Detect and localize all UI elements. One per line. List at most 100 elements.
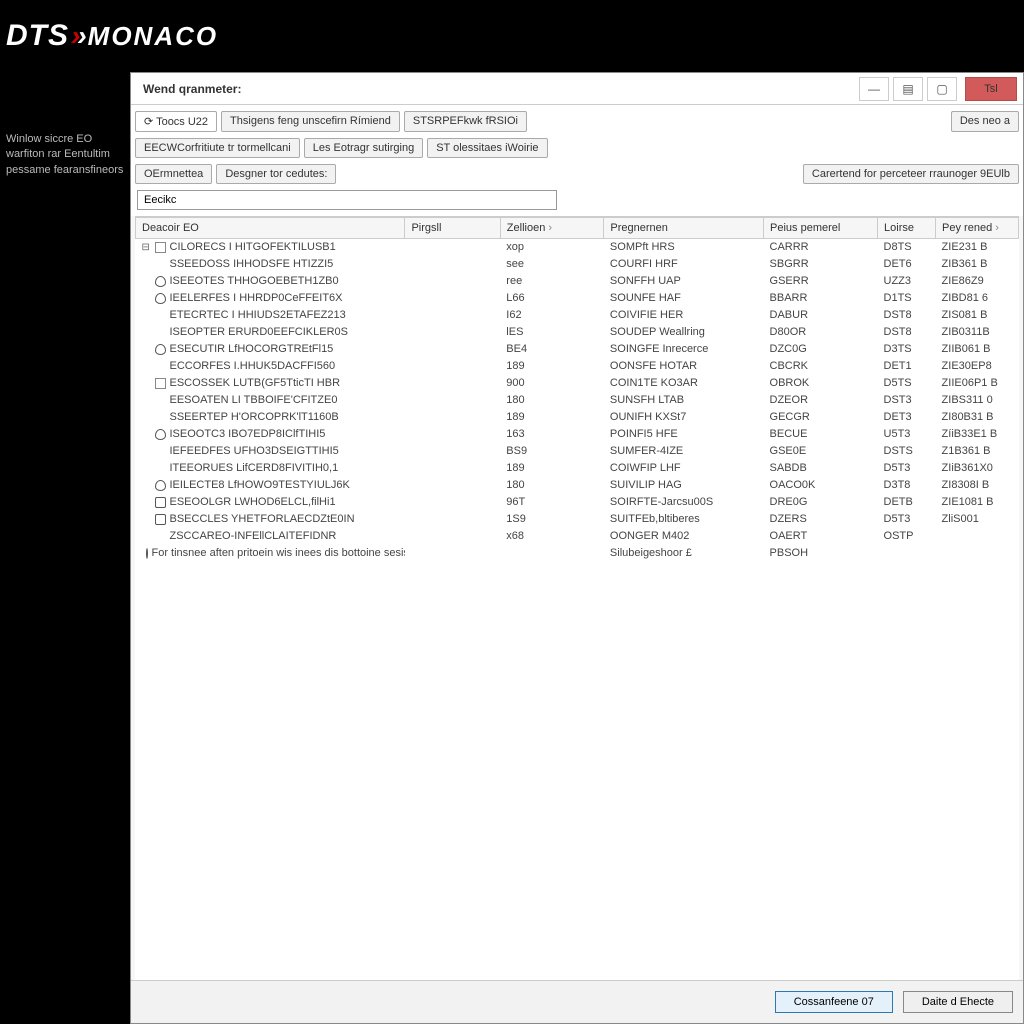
cell: OUNIFH KXSt7 (604, 409, 764, 426)
table-row[interactable]: ESEOOLGR LWHOD6ELCL,filHi196TSOIRFTE-Jar… (136, 494, 1019, 511)
cell: DZC0G (764, 341, 878, 358)
table-row[interactable]: IEILECTE8 LfHOWO9TESTYIULJ6K180SUIVILIP … (136, 477, 1019, 494)
table-row[interactable]: ISEOOTC3 IBO7EDP8IClfTIHI5163POINFI5 HFE… (136, 426, 1019, 443)
cell: DSTS (878, 443, 936, 460)
blank-icon (155, 310, 166, 321)
table-row[interactable]: For tinsnee aften pritoein wis inees dis… (136, 545, 1019, 562)
table-row[interactable]: IEELERFES I HHRDP0CeFFEIT6XL66SOUNFE HAF… (136, 290, 1019, 307)
cell: DET6 (878, 256, 936, 273)
shield-icon (155, 429, 166, 440)
table-row[interactable]: SSEERTEP H'ORCOPRK'lT1160B189OUNIFH KXSt… (136, 409, 1019, 426)
tab-signs[interactable]: Thsigens feng unscefirn Rímiend (221, 111, 400, 132)
cell: ZIB0311B (936, 324, 1019, 341)
cell: OAERT (764, 528, 878, 545)
tab-carer[interactable]: Carertend for perceteer rraunoger 9EUlb (803, 164, 1019, 184)
table-row[interactable]: ISEOPTER ERURD0EEFCIKLER0SlESSOUDEP Weal… (136, 324, 1019, 341)
blank-icon (155, 327, 166, 338)
blank-icon (155, 446, 166, 457)
tab-les[interactable]: Les Eotragr sutirging (304, 138, 424, 158)
cancel-button[interactable]: Daite d Ehecte (903, 991, 1013, 1013)
cell: SOMPft HRS (604, 239, 764, 256)
cell: UZZ3 (878, 273, 936, 290)
col-peius[interactable]: Peius pemerel (764, 218, 878, 239)
window-title: Wend qranmeter: (143, 82, 855, 96)
col-deacoir[interactable]: Deacoir EO (136, 218, 405, 239)
tab-designer[interactable]: Desgner tor cedutes: (216, 164, 336, 184)
layout2-button[interactable]: ▢ (927, 77, 957, 101)
col-zellioen[interactable]: Zellioen (500, 218, 604, 239)
doc-icon (155, 242, 166, 253)
cell: 163 (500, 426, 604, 443)
tab-eecw[interactable]: EECWCorfritiute tr tormellcani (135, 138, 300, 158)
shield-icon (155, 293, 166, 304)
cell: DABUR (764, 307, 878, 324)
confirm-button[interactable]: Cossanfeene 07 (775, 991, 893, 1013)
tab-tools[interactable]: ⟳ Toocs U22 (135, 111, 217, 132)
tree-toggle-icon[interactable]: ⊟ (142, 242, 151, 253)
cell: OONSFE HOTAR (604, 358, 764, 375)
cell: ZIBD81 6 (936, 290, 1019, 307)
tab-desneo[interactable]: Des neo a (951, 111, 1019, 132)
row-label: IEELERFES I HHRDP0CeFFEIT6X (170, 292, 343, 304)
cell: DZERS (764, 511, 878, 528)
tab-stsrp[interactable]: STSRPEFkwk fRSIOi (404, 111, 527, 132)
tab-row-1: ⟳ Toocs U22 Thsigens feng unscefirn Rími… (131, 105, 1023, 132)
brand-monaco: MONACO (88, 21, 218, 52)
cell: D3TS (878, 341, 936, 358)
layout1-button[interactable]: ▤ (893, 77, 923, 101)
col-peyrened[interactable]: Pey rened (936, 218, 1019, 239)
table-row[interactable]: ECCORFES I.HHUK5DACFFI560 189OONSFE HOTAR… (136, 358, 1019, 375)
row-label: ISEEOTES THHOGOEBETH1ZB0 (170, 275, 339, 287)
col-loirse[interactable]: Loirse (878, 218, 936, 239)
cell (878, 545, 936, 562)
cell: SOUNFE HAF (604, 290, 764, 307)
table-row[interactable]: ISEEOTES THHOGOEBETH1ZB0reeSONFFH UAPGSE… (136, 273, 1019, 290)
cell: 189 (500, 358, 604, 375)
table-row[interactable]: IEFEEDFES UFHO3DSEIGTTIHI5BS9SUMFER-4IZE… (136, 443, 1019, 460)
table-row[interactable]: BSECCLES YHETFORLAECDZtE0IN1S9SUITFEb,bl… (136, 511, 1019, 528)
row-label: ECCORFES I.HHUK5DACFFI560 (170, 360, 336, 372)
cell: BECUE (764, 426, 878, 443)
table-row[interactable]: ESCOSSEK LUTB(GF5TticTI HBR900COIN1TE KO… (136, 375, 1019, 392)
minimize-button[interactable]: — (859, 77, 889, 101)
blank-icon (155, 259, 166, 270)
cell: ZIiB361X0 (936, 460, 1019, 477)
cell: DZEOR (764, 392, 878, 409)
cell: ZIB361 B (936, 256, 1019, 273)
row-label: IEFEEDFES UFHO3DSEIGTTIHI5 (170, 445, 339, 457)
table-row[interactable]: ITEEORUES LifCERD8FIVITIH0,1189COIWFIP L… (136, 460, 1019, 477)
table-row[interactable]: SSEEDOSS IHHODSFE HTIZZI5seeCOURFI HRFSB… (136, 256, 1019, 273)
col-pregnernen[interactable]: Pregnernen (604, 218, 764, 239)
cell: ZIBS311 0 (936, 392, 1019, 409)
cell: D8TS (878, 239, 936, 256)
filter-input[interactable] (137, 190, 557, 210)
row-label: CILORECS I HITGOFEKTILUSB1 (170, 241, 336, 253)
cell: COIN1TE KO3AR (604, 375, 764, 392)
row-label: ZSCCAREO-INFEllCLAITEFIDNR (170, 530, 337, 542)
cell: U5T3 (878, 426, 936, 443)
shield-icon (155, 480, 166, 491)
cell: Silubeigeshoor £ (604, 545, 764, 562)
cell: DET1 (878, 358, 936, 375)
cell: 180 (500, 477, 604, 494)
table-row[interactable]: ⊟CILORECS I HITGOFEKTILUSB1xopSOMPft HRS… (136, 239, 1019, 256)
cell: ZIS081 B (936, 307, 1019, 324)
table-row[interactable]: ETECRTEC I HHIUDS2ETAFEZ213I62COIVIFIE H… (136, 307, 1019, 324)
table-row[interactable]: ZSCCAREO-INFEllCLAITEFIDNRx68OONGER M402… (136, 528, 1019, 545)
shield-icon (155, 276, 166, 287)
tab-oerm[interactable]: OErmnettea (135, 164, 212, 184)
blank-icon (155, 361, 166, 372)
brand-bar: DTS › › MONACO (0, 0, 1024, 72)
cell: I62 (500, 307, 604, 324)
col-pirgsll[interactable]: Pirgsll (405, 218, 500, 239)
lock-icon (155, 497, 166, 508)
tab-st[interactable]: ST olessitaes iWoirie (427, 138, 547, 158)
cell: ZliS001 (936, 511, 1019, 528)
close-button[interactable]: Tsl (965, 77, 1017, 101)
cell: ZíiB33E1 B (936, 426, 1019, 443)
table-row[interactable]: ESECUTIR LfHOCORGTREtFl15BE4SOINGFE Inre… (136, 341, 1019, 358)
cell: 189 (500, 409, 604, 426)
table-row[interactable]: EESOATEN LI TBBOIFE'CFITZE0180SUNSFH LTA… (136, 392, 1019, 409)
sidebar: Winlow siccre EO warfiton rar Eentultim … (0, 72, 130, 1024)
cell (500, 545, 604, 562)
